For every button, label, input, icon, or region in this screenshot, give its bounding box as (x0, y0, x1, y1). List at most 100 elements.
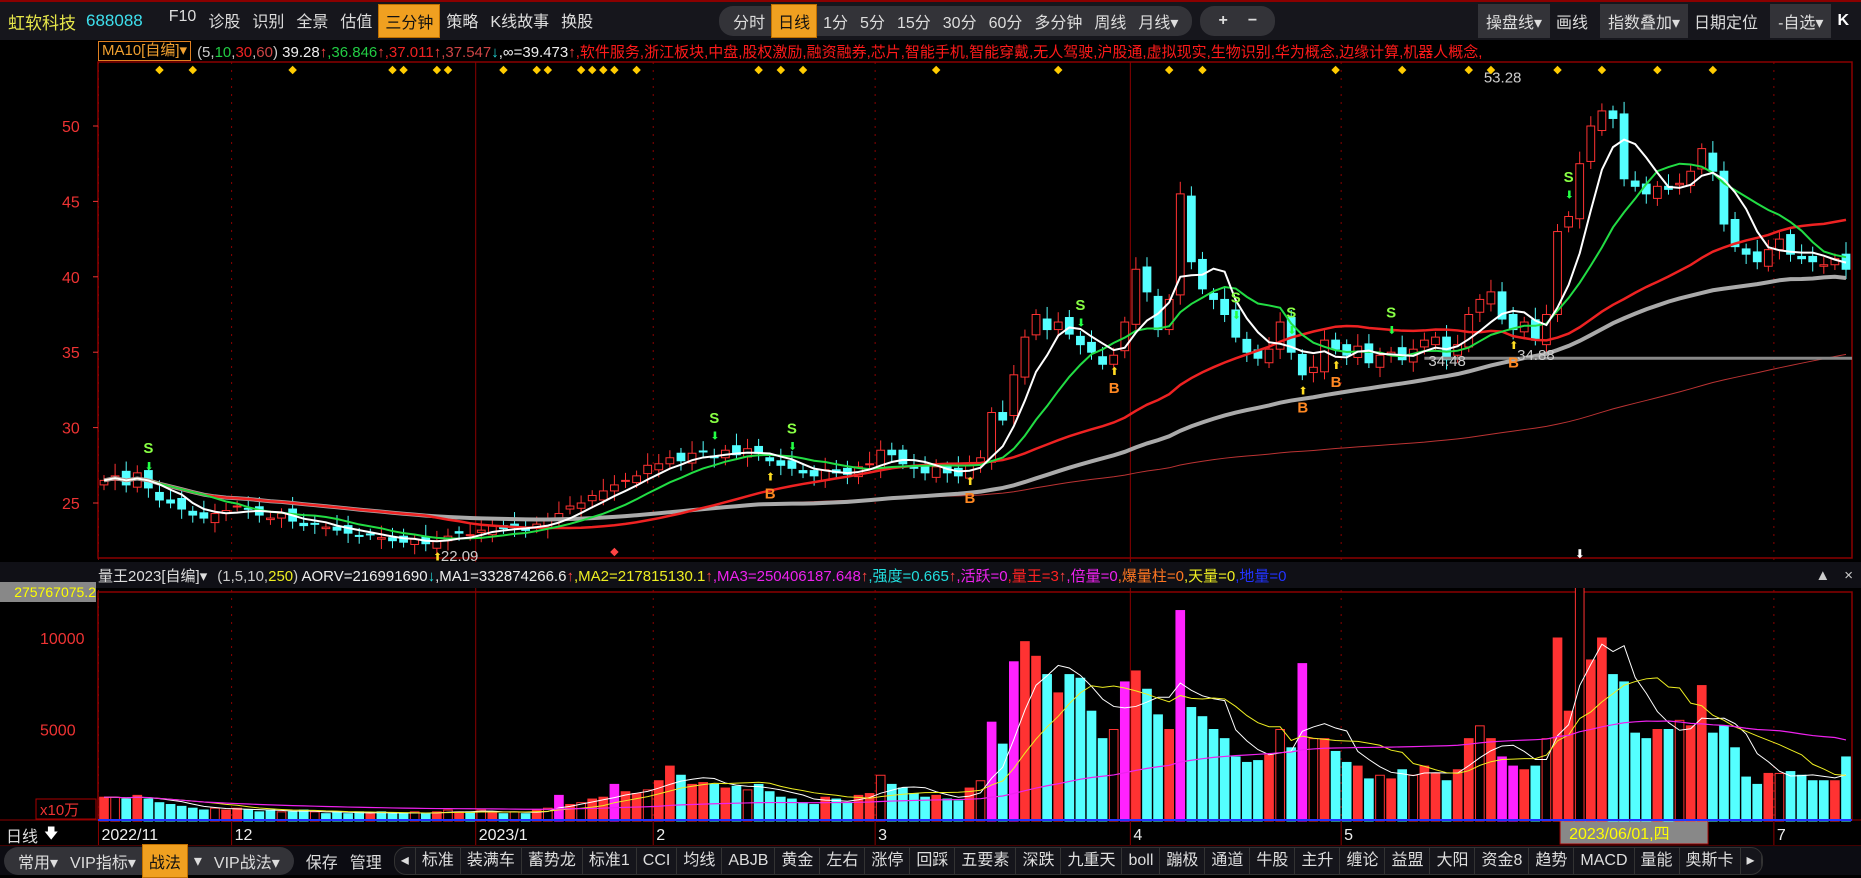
indicator-tab-18[interactable]: 牛股 (1250, 847, 1296, 874)
event-diamond[interactable] (1708, 65, 1718, 75)
period-tab-3[interactable]: 5分 (854, 5, 891, 37)
indicator-tab-5[interactable]: CCI (637, 847, 678, 874)
event-diamond[interactable] (1198, 65, 1207, 75)
indicator-tab-11[interactable]: 回踩 (910, 847, 956, 874)
period-label[interactable]: 日线 (6, 823, 38, 847)
period-tab-2[interactable]: 1分 (817, 5, 854, 37)
indicator-tab-4[interactable]: 标准1 (583, 847, 637, 874)
period-tab-4[interactable]: 15分 (891, 5, 937, 37)
event-diamond[interactable] (610, 65, 619, 75)
menu-3[interactable]: 全景 (290, 4, 334, 38)
right-tool-2[interactable]: 指数叠加▾ (1600, 4, 1689, 38)
close-icon[interactable]: × (1844, 567, 1853, 584)
stock-code[interactable]: 688088 (86, 11, 143, 31)
ma-indicator-select[interactable]: MA10[自编]▾ (98, 41, 192, 61)
group-3[interactable]: ▾ (188, 847, 208, 875)
event-diamond[interactable] (931, 65, 941, 75)
indicator-tab-7[interactable]: ABJB (722, 847, 776, 874)
event-diamond[interactable] (388, 65, 397, 75)
event-diamond[interactable] (754, 65, 763, 75)
event-diamond[interactable] (432, 65, 442, 75)
period-tab-5[interactable]: 30分 (937, 5, 983, 37)
event-diamond[interactable] (1653, 65, 1662, 75)
indicator-tab-3[interactable]: 蓄势龙 (522, 847, 583, 874)
zoom-out-button[interactable]: − (1238, 8, 1267, 34)
menu-7[interactable]: K线故事 (484, 4, 555, 38)
event-diamond[interactable] (587, 65, 597, 75)
indicator-tab-15[interactable]: boll (1122, 847, 1161, 874)
indicator-tab-9[interactable]: 左右 (820, 847, 866, 874)
expand-icon[interactable]: ▲ (1815, 567, 1830, 584)
indicator-tab-26[interactable]: 量能 (1635, 847, 1680, 874)
menu-0[interactable]: F10 (163, 4, 203, 38)
indicator-tab-17[interactable]: 通道 (1205, 847, 1251, 874)
indicator-tab-10[interactable]: 涨停 (865, 847, 911, 874)
indicator-tab-12[interactable]: 五要素 (955, 847, 1017, 874)
menu-2[interactable]: 识别 (246, 4, 290, 38)
right-tool-5[interactable]: K (1831, 8, 1855, 34)
indicator-select[interactable]: 量王2023[自编]▾ (98, 565, 207, 586)
stock-name[interactable]: 虹软科技 (8, 9, 76, 34)
indicator-tab-20[interactable]: 缠论 (1340, 847, 1386, 874)
indicator-tab-24[interactable]: 趋势 (1529, 847, 1575, 874)
indicator-tab-2[interactable]: 装满车 (461, 847, 522, 874)
period-tab-8[interactable]: 周线 (1088, 5, 1132, 37)
event-diamond[interactable] (499, 65, 508, 75)
event-diamond[interactable] (599, 65, 608, 75)
indicator-tab-13[interactable]: 深跌 (1016, 847, 1062, 874)
period-tab-6[interactable]: 60分 (983, 5, 1029, 37)
event-diamond[interactable] (632, 65, 641, 75)
event-diamond[interactable] (798, 65, 808, 75)
event-diamond[interactable] (576, 65, 586, 75)
action-0[interactable]: 保存 (300, 845, 344, 877)
menu-1[interactable]: 诊股 (202, 4, 246, 38)
event-diamond[interactable] (1397, 65, 1407, 75)
indicator-tab-28[interactable]: ▸ (1741, 847, 1762, 874)
action-1[interactable]: 管理 (344, 845, 388, 877)
event-diamond[interactable] (399, 65, 408, 75)
event-diamond[interactable] (532, 65, 541, 75)
indicator-tab-6[interactable]: 均线 (677, 847, 723, 874)
indicator-tab-25[interactable]: MACD (1574, 847, 1635, 874)
indicator-tab-19[interactable]: 主升 (1295, 847, 1341, 874)
group-2[interactable]: 战法 (141, 843, 188, 878)
event-diamond[interactable] (776, 65, 786, 75)
chart-canvas[interactable]: 2022/11 12 2023/1 2 3 4 5 72023/06/01,四25303540… (0, 0, 1861, 875)
event-diamond[interactable] (543, 65, 553, 75)
period-tab-1[interactable]: 日线 (771, 4, 818, 38)
menu-6[interactable]: 策略 (440, 4, 484, 38)
menu-4[interactable]: 估值 (334, 4, 378, 38)
period-tab-0[interactable]: 分时 (727, 5, 771, 37)
indicator-tab-8[interactable]: 黄金 (775, 847, 821, 874)
menu-5[interactable]: 三分钟 (378, 4, 441, 38)
event-diamond[interactable] (288, 65, 297, 75)
event-diamond[interactable] (1597, 65, 1607, 75)
group-4[interactable]: VIP战法▾ (208, 845, 286, 877)
right-tool-3[interactable]: 日期定位 (1688, 5, 1764, 37)
group-1[interactable]: VIP指标▾ (64, 845, 142, 877)
event-diamond[interactable] (610, 547, 619, 557)
indicator-tab-23[interactable]: 资金8 (1475, 847, 1530, 874)
indicator-tab-16[interactable]: 蹦极 (1160, 847, 1206, 874)
indicator-tab-21[interactable]: 益盟 (1385, 847, 1431, 874)
indicator-tab-27[interactable]: 奥斯卡 (1680, 847, 1741, 874)
right-tool-1[interactable]: 画线 (1550, 5, 1594, 37)
period-tab-7[interactable]: 多分钟 (1028, 5, 1088, 37)
event-diamond[interactable] (1553, 65, 1562, 75)
right-tool-0[interactable]: 操盘线▾ (1477, 4, 1550, 38)
indicator-tab-1[interactable]: 标准 (416, 847, 461, 874)
event-diamond[interactable] (155, 65, 164, 75)
event-diamond[interactable] (1331, 65, 1340, 75)
menu-8[interactable]: 换股 (555, 4, 599, 38)
event-diamond[interactable] (443, 65, 453, 75)
event-diamond[interactable] (1164, 65, 1174, 75)
event-diamond[interactable] (1464, 65, 1473, 75)
period-tab-9[interactable]: 月线▾ (1132, 5, 1184, 37)
indicator-tab-22[interactable]: 大阳 (1430, 847, 1476, 874)
arrow-down-icon[interactable]: 🡇 (44, 823, 58, 847)
event-diamond[interactable] (1053, 65, 1063, 75)
right-tool-4[interactable]: -自选▾ (1770, 4, 1832, 38)
indicator-tab-0[interactable]: ◂ (395, 847, 416, 874)
event-diamond[interactable] (188, 65, 198, 75)
zoom-in-button[interactable]: + (1208, 8, 1237, 34)
